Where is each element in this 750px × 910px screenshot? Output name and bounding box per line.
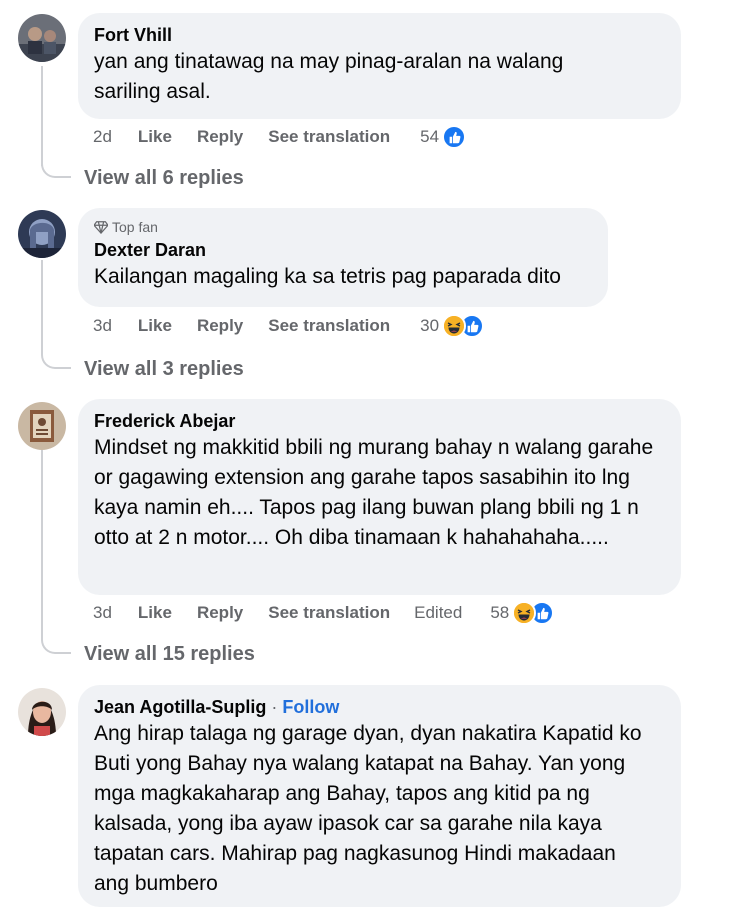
commenter-name[interactable]: Fort Vhill (94, 23, 665, 47)
reaction-summary[interactable]: 58 (490, 601, 555, 625)
comment-text: Mindset ng makkitid bbili ng murang baha… (94, 436, 654, 549)
comment-timestamp[interactable]: 3d (93, 316, 112, 336)
view-replies-link[interactable]: View all 6 replies (84, 167, 244, 190)
reply-button[interactable]: Reply (197, 603, 243, 623)
see-translation-link[interactable]: See translation (268, 603, 390, 623)
thread-line (41, 66, 43, 166)
avatar-image (18, 402, 66, 450)
comment-timestamp[interactable]: 3d (93, 603, 112, 623)
edited-label: Edited (414, 603, 463, 622)
haha-icon (442, 314, 467, 338)
view-replies-link[interactable]: View all 3 replies (84, 358, 244, 381)
reaction-summary[interactable]: 54 (420, 125, 467, 149)
top-fan-label: Top fan (112, 219, 158, 235)
reaction-count: 58 (490, 603, 510, 622)
like-icon (442, 125, 467, 149)
thread-connector (41, 164, 71, 178)
comment-bubble: Top fan Dexter Daran Kailangan magaling … (78, 208, 608, 307)
commenter-name[interactable]: Jean Agotilla-Suplig (94, 697, 266, 717)
avatar-image (18, 210, 66, 258)
avatar-image (18, 14, 66, 62)
thread-line (41, 260, 43, 355)
comment-bubble: Jean Agotilla-Suplig · Follow Ang hirap … (78, 685, 681, 907)
comment-timestamp[interactable]: 2d (93, 127, 112, 147)
comment-text: Ang hirap talaga ng garage dyan, dyan na… (94, 722, 642, 895)
see-translation-link[interactable]: See translation (268, 316, 390, 336)
like-button[interactable]: Like (138, 603, 172, 623)
comment-text: Kailangan magaling ka sa tetris pag papa… (94, 265, 561, 288)
commenter-name[interactable]: Frederick Abejar (94, 409, 665, 433)
avatar[interactable] (18, 402, 66, 450)
comment-actions: 3d Like Reply See translation Edited 58 (93, 599, 555, 627)
avatar-image (18, 688, 66, 736)
separator-dot: · (271, 697, 278, 717)
reaction-summary[interactable]: 30 (420, 314, 485, 338)
avatar[interactable] (18, 688, 66, 736)
see-translation-link[interactable]: See translation (268, 127, 390, 147)
haha-icon (512, 601, 537, 625)
thread-line (41, 450, 43, 640)
follow-button[interactable]: Follow (282, 697, 339, 717)
comment-text: yan ang tinatawag na may pinag-aralan na… (94, 50, 564, 103)
view-replies-link[interactable]: View all 15 replies (84, 643, 255, 666)
comment-bubble: Fort Vhill yan ang tinatawag na may pina… (78, 13, 681, 119)
commenter-name[interactable]: Dexter Daran (94, 238, 592, 262)
diamond-icon (94, 221, 108, 234)
like-button[interactable]: Like (138, 127, 172, 147)
like-button[interactable]: Like (138, 316, 172, 336)
reply-button[interactable]: Reply (197, 316, 243, 336)
top-fan-badge: Top fan (94, 218, 592, 236)
comment-bubble: Frederick Abejar Mindset ng makkitid bbi… (78, 399, 681, 595)
comment-actions: 2d Like Reply See translation 54 (93, 123, 467, 151)
reaction-count: 54 (420, 127, 440, 146)
comment-actions: 3d Like Reply See translation 30 (93, 312, 485, 340)
avatar[interactable] (18, 14, 66, 62)
commenter-header: Jean Agotilla-Suplig · Follow (94, 695, 665, 719)
reply-button[interactable]: Reply (197, 127, 243, 147)
avatar[interactable] (18, 210, 66, 258)
reaction-count: 30 (420, 316, 440, 335)
thread-connector (41, 640, 71, 654)
thread-connector (41, 355, 71, 369)
